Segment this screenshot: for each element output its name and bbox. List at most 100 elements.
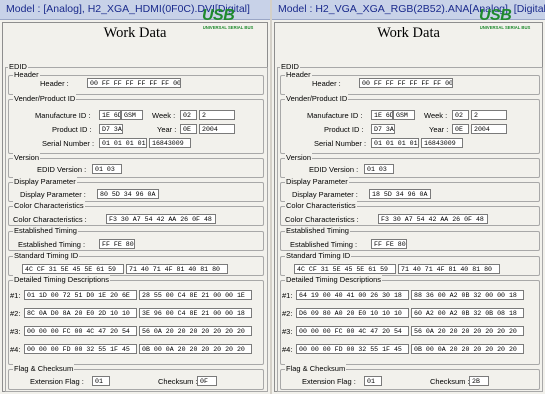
detailed-row-label: #4:: [282, 345, 293, 354]
established-timing-legend: Established Timing: [13, 226, 78, 236]
established-timing-legend: Established Timing: [285, 226, 350, 236]
year-dec-field[interactable]: 2004: [471, 124, 507, 134]
manufacture-id-label: Manufacture ID :: [35, 111, 91, 120]
year-label: Year :: [429, 125, 449, 134]
detailed-timing-field-a[interactable]: 00 00 00 FD 00 32 55 1F 45: [296, 344, 409, 354]
manufacture-id-code-field[interactable]: GSM: [393, 110, 415, 120]
detailed-timing-field-b[interactable]: 0B 00 0A 20 20 20 20 20 20: [139, 344, 252, 354]
color-characteristics-legend: Color Characteristics: [285, 201, 357, 211]
detailed-row-label: #2:: [282, 309, 293, 318]
serial-number-hex-field[interactable]: 01 01 01 01: [371, 138, 419, 148]
detailed-timing-field-b[interactable]: 56 0A 20 20 20 20 20 20 20: [411, 326, 524, 336]
standard-timing-field-1[interactable]: 4C CF 31 5E 45 5E 61 59: [294, 264, 396, 274]
extension-flag-label: Extension Flag :: [302, 377, 356, 386]
extension-flag-label: Extension Flag :: [30, 377, 84, 386]
established-timing-label: Established Timing :: [18, 240, 86, 249]
header-label: Header :: [312, 79, 341, 88]
detailed-timing-legend: Detailed Timing Descriptions: [13, 275, 111, 285]
edid-version-label: EDID Version :: [37, 165, 87, 174]
week-label: Week :: [424, 111, 448, 120]
edid-version-label: EDID Version :: [309, 165, 359, 174]
header-label: Header :: [40, 79, 69, 88]
detailed-timing-field-a[interactable]: 00 00 00 FD 00 32 55 1F 45: [24, 344, 137, 354]
manufacture-id-code-field[interactable]: GSM: [121, 110, 143, 120]
week-dec-field[interactable]: 2: [199, 110, 235, 120]
vendor-product-legend: Vender/Product ID: [285, 94, 349, 104]
flag-checksum-legend: Flag & Checksum: [13, 364, 75, 374]
checksum-field[interactable]: 2B: [469, 376, 489, 386]
standard-timing-legend: Standard Timing ID: [285, 251, 352, 261]
color-characteristics-legend: Color Characteristics: [13, 201, 85, 211]
detailed-timing-field-a[interactable]: 64 19 00 40 41 00 26 30 18: [296, 290, 409, 300]
serial-number-dec-field[interactable]: 16843009: [149, 138, 191, 148]
detailed-timing-legend: Detailed Timing Descriptions: [285, 275, 383, 285]
detailed-row-label: #1:: [10, 291, 21, 300]
header-field[interactable]: 00 FF FF FF FF FF FF 00: [359, 78, 453, 88]
display-parameter-legend: Display Parameter: [285, 177, 349, 187]
right-work-data-panel: Model : H2_VGA_XGA_RGB(2B52).ANA[Analog]…: [272, 0, 545, 394]
standard-timing-field-2[interactable]: 71 40 71 4F 81 40 81 80: [398, 264, 500, 274]
manufacture-id-hex-field[interactable]: 1E 6D: [371, 110, 393, 120]
extension-flag-field[interactable]: 01: [92, 376, 110, 386]
detailed-timing-field-a[interactable]: D6 09 80 A0 20 E0 10 10 10: [296, 308, 409, 318]
week-hex-field[interactable]: 02: [452, 110, 469, 120]
display-parameter-legend: Display Parameter: [13, 177, 77, 187]
vendor-product-legend: Vender/Product ID: [13, 94, 77, 104]
manufacture-id-hex-field[interactable]: 1E 6D: [99, 110, 121, 120]
display-parameter-field[interactable]: 80 5D 34 96 0A: [97, 189, 159, 199]
serial-number-dec-field[interactable]: 16843009: [421, 138, 463, 148]
edid-version-field[interactable]: 01 03: [92, 164, 122, 174]
detailed-row-label: #3:: [282, 327, 293, 336]
detailed-timing-field-a[interactable]: 00 00 00 FC 00 4C 47 20 54: [24, 326, 137, 336]
display-parameter-field[interactable]: 18 5D 34 96 0A: [369, 189, 431, 199]
edid-version-field[interactable]: 01 03: [364, 164, 394, 174]
usb-logo-icon: USB UNIVERSAL SERIAL BUS: [479, 7, 531, 33]
detailed-row-label: #1:: [282, 291, 293, 300]
product-id-field[interactable]: D7 3A: [371, 124, 395, 134]
detailed-timing-field-a[interactable]: 00 00 00 FC 00 4C 47 20 54: [296, 326, 409, 336]
detailed-timing-field-b[interactable]: 3E 96 00 C4 8E 21 00 00 18: [139, 308, 252, 318]
detailed-row-label: #2:: [10, 309, 21, 318]
year-label: Year :: [157, 125, 177, 134]
color-characteristics-field[interactable]: F3 30 A7 54 42 AA 26 0F 48 4C: [106, 214, 216, 224]
established-timing-field[interactable]: FF FE 80: [371, 239, 407, 249]
detailed-timing-field-a[interactable]: 01 1D 00 72 51 D0 1E 20 6E: [24, 290, 137, 300]
detailed-timing-field-b[interactable]: 60 A2 00 A2 0B 32 0B 08 18: [411, 308, 524, 318]
product-id-field[interactable]: D7 3A: [99, 124, 123, 134]
serial-number-hex-field[interactable]: 01 01 01 01: [99, 138, 147, 148]
manufacture-id-label: Manufacture ID :: [307, 111, 363, 120]
established-timing-label: Established Timing :: [290, 240, 358, 249]
usb-logo-subtitle: UNIVERSAL SERIAL BUS: [202, 25, 254, 30]
standard-timing-field-2[interactable]: 71 40 71 4F 81 40 81 80: [126, 264, 228, 274]
year-hex-field[interactable]: 0E: [180, 124, 197, 134]
usb-logo-subtitle: UNIVERSAL SERIAL BUS: [479, 25, 531, 30]
detailed-timing-field-b[interactable]: 28 55 00 C4 8E 21 00 00 1E: [139, 290, 252, 300]
detailed-timing-field-a[interactable]: 8C 0A D0 8A 20 E0 2D 10 10: [24, 308, 137, 318]
version-legend: Version: [285, 153, 313, 163]
usb-logo-icon: USB UNIVERSAL SERIAL BUS: [202, 7, 254, 33]
version-legend: Version: [13, 153, 41, 163]
serial-number-label: Serial Number :: [314, 139, 367, 148]
detailed-row-label: #4:: [10, 345, 21, 354]
checksum-label: Checksum :: [430, 377, 470, 386]
detailed-timing-field-b[interactable]: 88 36 00 A2 0B 32 00 00 18: [411, 290, 524, 300]
display-parameter-label: Display Parameter :: [292, 190, 358, 199]
detailed-timing-field-b[interactable]: 0B 00 0A 20 20 20 20 20 20: [411, 344, 524, 354]
flag-checksum-legend: Flag & Checksum: [285, 364, 347, 374]
color-characteristics-field[interactable]: F3 30 A7 54 42 AA 26 0F 48 4C: [378, 214, 488, 224]
color-characteristics-label: Color Characteristics :: [13, 215, 87, 224]
left-work-data-panel: Model : [Analog], H2_XGA_HDMI(0F0C).DVI[…: [0, 0, 270, 394]
week-label: Week :: [152, 111, 176, 120]
extension-flag-field[interactable]: 01: [364, 376, 382, 386]
week-hex-field[interactable]: 02: [180, 110, 197, 120]
checksum-field[interactable]: 0F: [197, 376, 217, 386]
header-field[interactable]: 00 FF FF FF FF FF FF 00: [87, 78, 181, 88]
year-dec-field[interactable]: 2004: [199, 124, 235, 134]
detailed-row-label: #3:: [10, 327, 21, 336]
year-hex-field[interactable]: 0E: [452, 124, 469, 134]
established-timing-field[interactable]: FF FE 80: [99, 239, 135, 249]
detailed-timing-field-b[interactable]: 56 0A 20 20 20 20 20 20 20: [139, 326, 252, 336]
week-dec-field[interactable]: 2: [471, 110, 507, 120]
standard-timing-field-1[interactable]: 4C CF 31 5E 45 5E 61 59: [22, 264, 124, 274]
header-legend: Header: [13, 70, 40, 80]
